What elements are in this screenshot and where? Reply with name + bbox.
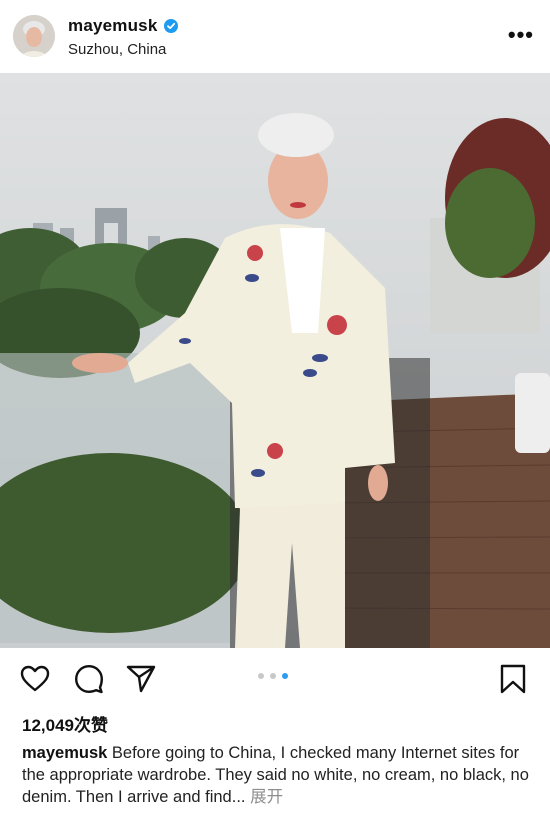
post-caption: mayemusk Before going to China, I checke…	[22, 742, 534, 808]
verified-badge-icon	[163, 19, 178, 33]
post-photo[interactable]	[0, 73, 550, 648]
bookmark-icon[interactable]	[498, 664, 528, 694]
post-location[interactable]: Suzhou, China	[68, 41, 166, 58]
expand-caption-link[interactable]: 展开	[250, 788, 283, 806]
likes-count[interactable]: 12,049次赞	[22, 711, 108, 736]
post-actions-bar	[0, 650, 550, 710]
carousel-indicator	[258, 673, 288, 679]
carousel-dot	[270, 673, 276, 679]
post-header: mayemusk Suzhou, China •••	[0, 0, 550, 73]
caption-username[interactable]: mayemusk	[22, 744, 107, 762]
carousel-dot-active	[282, 673, 288, 679]
comment-icon[interactable]	[74, 664, 104, 694]
paper-plane-icon[interactable]	[126, 664, 156, 694]
carousel-dot	[258, 673, 264, 679]
more-options-icon[interactable]: •••	[508, 22, 534, 48]
username-row: mayemusk	[68, 16, 178, 36]
avatar[interactable]	[13, 15, 55, 57]
heart-icon[interactable]	[20, 664, 50, 694]
username[interactable]: mayemusk	[68, 16, 158, 36]
